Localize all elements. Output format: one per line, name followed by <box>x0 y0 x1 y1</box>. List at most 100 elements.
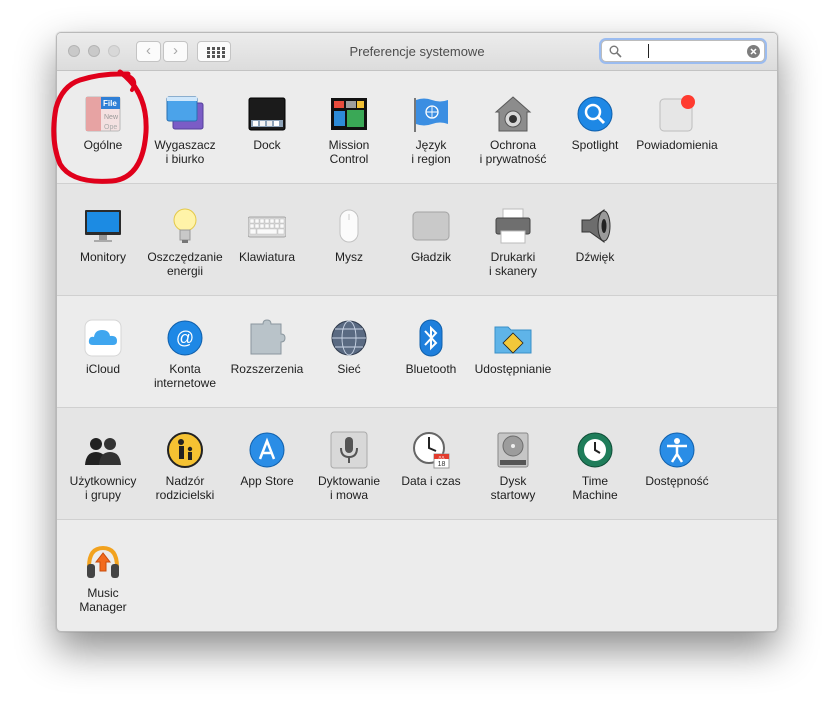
pref-label: Oszczędzanie energii <box>147 250 223 278</box>
pref-mission-control[interactable]: Mission Control <box>308 93 390 193</box>
pref-network[interactable]: Sieć <box>308 317 390 417</box>
pref-app-store[interactable]: App Store <box>226 429 308 529</box>
pref-general[interactable]: File New Ope Ogólne <box>62 93 144 193</box>
search-field[interactable] <box>601 40 765 62</box>
pref-displays[interactable]: Monitory <box>62 205 144 305</box>
svg-text:@: @ <box>176 328 194 348</box>
mission-control-icon <box>331 98 367 130</box>
search-icon <box>609 45 622 58</box>
bluetooth-icon <box>419 319 443 357</box>
pref-label: Dźwięk <box>575 250 615 264</box>
pref-label: Sieć <box>337 362 361 376</box>
pref-parental-controls[interactable]: Nadzór rodzicielski <box>144 429 226 529</box>
network-globe-icon <box>331 320 367 356</box>
pref-label: Dyktowanie i mowa <box>317 474 381 502</box>
pref-bluetooth[interactable]: Bluetooth <box>390 317 472 417</box>
pref-label: Mission Control <box>328 138 370 166</box>
clear-search-icon[interactable] <box>747 45 760 58</box>
desktop-screensaver-icon <box>166 96 204 130</box>
pref-energy-saver[interactable]: Oszczędzanie energii <box>144 205 226 305</box>
date-time-clock-icon: JUL 18 <box>413 432 450 469</box>
pref-printers-scanners[interactable]: Drukarki i skanery <box>472 205 554 305</box>
pref-music-manager[interactable]: Music Manager <box>62 541 144 631</box>
pref-dictation-speech[interactable]: Dyktowanie i mowa <box>308 429 390 529</box>
svg-text:Ope: Ope <box>104 124 117 131</box>
title-bar: ‹ › Preferencje systemowe <box>57 33 777 71</box>
pref-label: Nadzór rodzicielski <box>155 474 215 502</box>
pref-label: Dysk startowy <box>490 474 536 502</box>
security-privacy-icon <box>494 96 532 132</box>
pref-date-time[interactable]: JUL 18 Data i czas <box>390 429 472 529</box>
music-manager-headphones-icon <box>87 545 119 578</box>
pref-spotlight[interactable]: Spotlight <box>554 93 636 193</box>
pref-security-privacy[interactable]: Ochrona i prywatność <box>472 93 554 193</box>
pref-sharing[interactable]: Udostępnianie <box>472 317 554 417</box>
pref-language-region[interactable]: Język i region <box>390 93 472 193</box>
pref-label: Klawiatura <box>238 250 296 264</box>
svg-text:File: File <box>103 99 117 108</box>
time-machine-icon <box>577 432 613 468</box>
pref-icloud[interactable]: iCloud <box>62 317 144 417</box>
pref-label: Gładzik <box>410 250 451 264</box>
energy-saver-bulb-icon <box>173 208 197 243</box>
notifications-icon <box>659 95 695 132</box>
search-input[interactable] <box>624 43 734 59</box>
pref-label: Spotlight <box>571 138 619 152</box>
svg-text:JUL: JUL <box>438 454 446 459</box>
svg-text:18: 18 <box>438 461 446 468</box>
pref-extensions[interactable]: Rozszerzenia <box>226 317 308 417</box>
pref-notifications[interactable]: Powiadomienia <box>636 93 718 193</box>
pref-label: iCloud <box>85 362 121 376</box>
accessibility-icon <box>659 432 695 468</box>
pref-label: Drukarki i skanery <box>488 250 538 278</box>
system-preferences-window: ‹ › Preferencje systemowe File New Ope O… <box>56 32 778 632</box>
dock-icon <box>248 97 286 131</box>
pref-time-machine[interactable]: Time Machine <box>554 429 636 529</box>
pref-label: Konta internetowe <box>153 362 217 390</box>
pref-users-groups[interactable]: Użytkownicy i grupy <box>62 429 144 529</box>
pref-label: App Store <box>240 474 294 488</box>
pref-sound[interactable]: Dźwięk <box>554 205 636 305</box>
keyboard-icon <box>248 216 286 238</box>
pref-label: Język i region <box>411 138 451 166</box>
mouse-icon <box>339 209 359 243</box>
pref-label: Ochrona i prywatność <box>479 138 547 166</box>
text-cursor <box>648 44 649 58</box>
pref-label: Dostępność <box>645 474 709 488</box>
users-groups-icon <box>85 438 121 465</box>
general-icon: File New Ope <box>85 96 121 132</box>
svg-text:New: New <box>104 114 119 121</box>
app-store-icon <box>249 432 285 468</box>
pref-trackpad[interactable]: Gładzik <box>390 205 472 305</box>
pref-label: Monitory <box>79 250 126 264</box>
spotlight-icon <box>577 96 613 132</box>
pref-startup-disk[interactable]: Dysk startowy <box>472 429 554 529</box>
pref-label: Użytkownicy i grupy <box>69 474 137 502</box>
sharing-folder-icon <box>494 326 532 354</box>
extensions-puzzle-icon <box>250 319 286 355</box>
pref-dock[interactable]: Dock <box>226 93 308 193</box>
pref-keyboard[interactable]: Klawiatura <box>226 205 308 305</box>
pref-label: Dock <box>253 138 281 152</box>
speaker-icon <box>581 209 611 243</box>
pref-label: Udostępnianie <box>474 362 552 376</box>
pref-label: Music Manager <box>79 586 127 614</box>
pref-label: Rozszerzenia <box>230 362 304 376</box>
pref-accessibility[interactable]: Dostępność <box>636 429 718 529</box>
pref-label: Time Machine <box>572 474 618 502</box>
language-region-flag-icon <box>414 98 448 132</box>
icloud-icon <box>84 319 122 357</box>
pref-label: Data i czas <box>401 474 461 488</box>
displays-icon <box>85 210 121 242</box>
startup-disk-icon <box>497 432 529 468</box>
internet-accounts-icon: @ <box>167 320 203 356</box>
pref-internet-accounts[interactable]: @ Konta internetowe <box>144 317 226 417</box>
parental-controls-icon <box>167 432 203 468</box>
pref-label: Powiadomienia <box>636 138 718 152</box>
pref-desktop-screensaver[interactable]: Wygaszacz i biurko <box>144 93 226 193</box>
pref-mouse[interactable]: Mysz <box>308 205 390 305</box>
pref-label: Ogólne <box>83 138 123 152</box>
pref-label: Mysz <box>335 250 363 264</box>
printer-icon <box>495 208 531 244</box>
section-other <box>57 520 777 631</box>
